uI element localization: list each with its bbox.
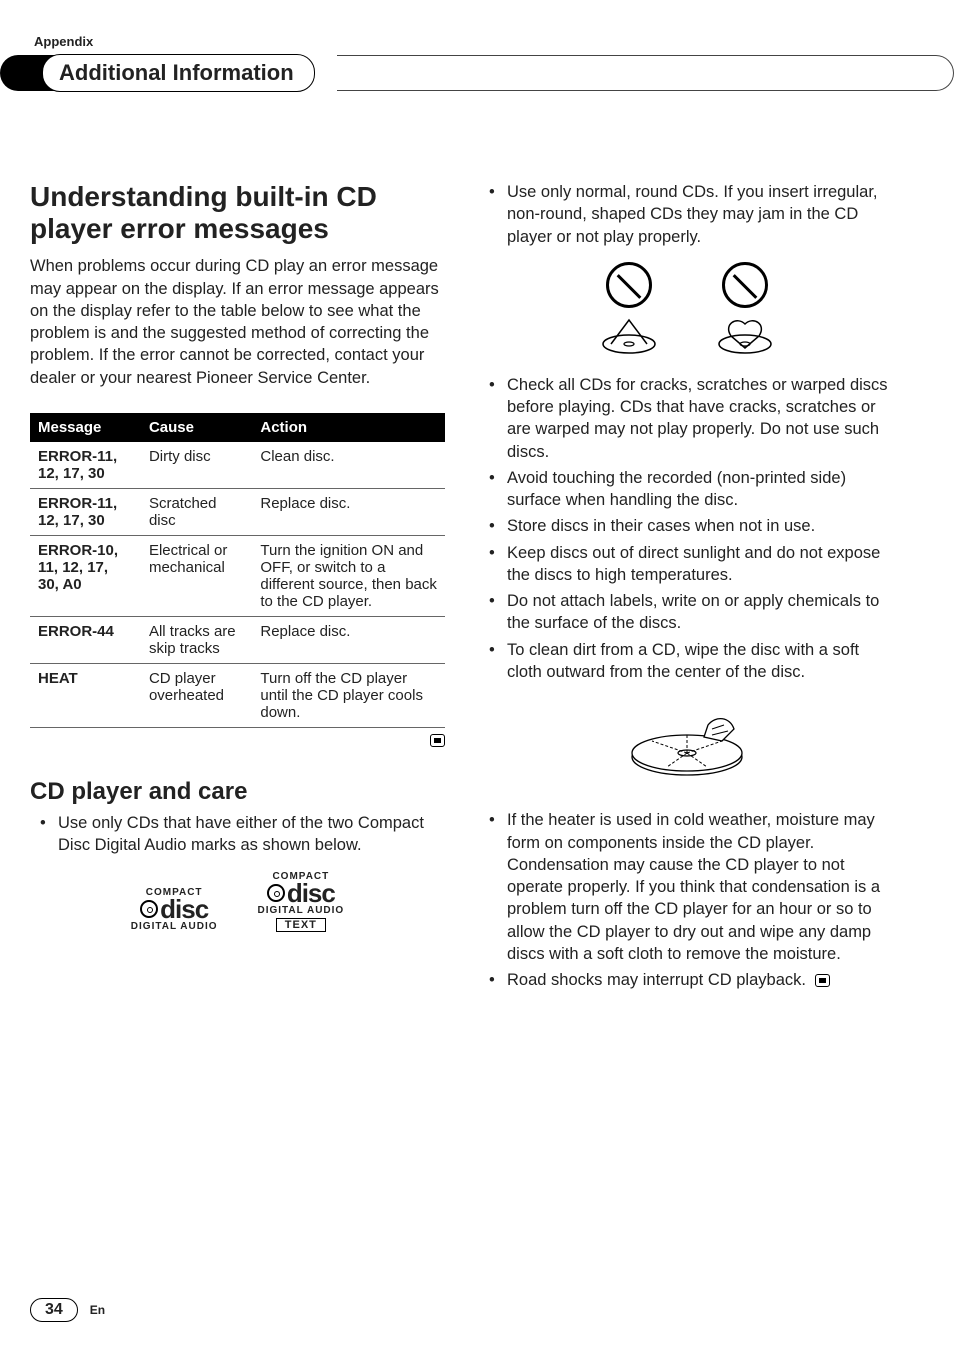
prohibit-icon bbox=[722, 262, 768, 308]
heading-cd-care: CD player and care bbox=[30, 778, 445, 806]
cell-action: Replace disc. bbox=[252, 616, 445, 663]
error-table: Message Cause Action ERROR-11, 12, 17, 3… bbox=[30, 413, 445, 728]
cell-cause: Scratched disc bbox=[141, 488, 252, 535]
table-row: ERROR-11, 12, 17, 30 Scratched disc Repl… bbox=[30, 488, 445, 535]
irregular-disc-illustration bbox=[479, 262, 894, 354]
logo-text-label: TEXT bbox=[276, 918, 326, 932]
cell-message: ERROR-44 bbox=[30, 616, 141, 663]
left-column: Understanding built-in CD player error m… bbox=[30, 181, 445, 995]
cell-cause: Electrical or mechanical bbox=[141, 535, 252, 616]
disc-cleaning-illustration bbox=[479, 697, 894, 787]
header-bar: Additional Information bbox=[30, 55, 894, 91]
cell-message: ERROR-11, 12, 17, 30 bbox=[30, 442, 141, 489]
table-row: ERROR-44 All tracks are skip tracks Repl… bbox=[30, 616, 445, 663]
section-end-icon bbox=[815, 974, 830, 987]
compact-disc-logo-icon: COMPACT disc DIGITAL AUDIO bbox=[131, 887, 218, 932]
th-action: Action bbox=[252, 413, 445, 442]
cell-action: Clean disc. bbox=[252, 442, 445, 489]
cell-message: HEAT bbox=[30, 663, 141, 727]
prohibit-icon bbox=[606, 262, 652, 308]
table-row: HEAT CD player overheated Turn off the C… bbox=[30, 663, 445, 727]
heart-disc-icon bbox=[717, 314, 773, 354]
list-item: Road shocks may interrupt CD playback. bbox=[479, 969, 894, 991]
table-row: ERROR-10, 11, 12, 17, 30, A0 Electrical … bbox=[30, 535, 445, 616]
table-row: ERROR-11, 12, 17, 30 Dirty disc Clean di… bbox=[30, 442, 445, 489]
right-column: Use only normal, round CDs. If you inser… bbox=[479, 181, 894, 995]
logo-digital-label: DIGITAL AUDIO bbox=[131, 921, 218, 932]
list-item: If the heater is used in cold weather, m… bbox=[479, 809, 894, 965]
section-title-pill: Additional Information bbox=[42, 54, 315, 92]
cell-action: Turn off the CD player until the CD play… bbox=[252, 663, 445, 727]
cell-cause: All tracks are skip tracks bbox=[141, 616, 252, 663]
heading-error-messages: Understanding built-in CD player error m… bbox=[30, 181, 445, 245]
appendix-label: Appendix bbox=[34, 34, 894, 49]
list-item: Use only normal, round CDs. If you inser… bbox=[479, 181, 894, 248]
cell-message: ERROR-11, 12, 17, 30 bbox=[30, 488, 141, 535]
cell-message: ERROR-10, 11, 12, 17, 30, A0 bbox=[30, 535, 141, 616]
list-item: Check all CDs for cracks, scratches or w… bbox=[479, 374, 894, 463]
logo-digital-label: DIGITAL AUDIO bbox=[258, 905, 345, 916]
cell-cause: CD player overheated bbox=[141, 663, 252, 727]
language-label: En bbox=[90, 1303, 105, 1317]
cell-action: Replace disc. bbox=[252, 488, 445, 535]
header-empty-pill bbox=[337, 55, 954, 91]
section-end-mark-container bbox=[30, 732, 445, 750]
list-item: To clean dirt from a CD, wipe the disc w… bbox=[479, 639, 894, 684]
section-end-icon bbox=[430, 734, 445, 747]
list-item: Store discs in their cases when not in u… bbox=[479, 515, 894, 537]
th-cause: Cause bbox=[141, 413, 252, 442]
page-number: 34 bbox=[30, 1298, 78, 1322]
list-item: Avoid touching the recorded (non-printed… bbox=[479, 467, 894, 512]
list-item: Do not attach labels, write on or apply … bbox=[479, 590, 894, 635]
cell-cause: Dirty disc bbox=[141, 442, 252, 489]
list-item: Keep discs out of direct sunlight and do… bbox=[479, 542, 894, 587]
list-item-text: Road shocks may interrupt CD playback. bbox=[507, 971, 806, 989]
intro-paragraph: When problems occur during CD play an er… bbox=[30, 255, 445, 389]
list-item: Use only CDs that have either of the two… bbox=[30, 812, 445, 857]
cell-action: Turn the ignition ON and OFF, or switch … bbox=[252, 535, 445, 616]
th-message: Message bbox=[30, 413, 141, 442]
compact-disc-text-logo-icon: COMPACT disc DIGITAL AUDIO TEXT bbox=[258, 871, 345, 932]
cd-logo-illustration: COMPACT disc DIGITAL AUDIO COMPACT disc … bbox=[30, 871, 445, 932]
triangle-disc-icon bbox=[601, 314, 657, 354]
page-footer: 34 En bbox=[30, 1298, 105, 1322]
